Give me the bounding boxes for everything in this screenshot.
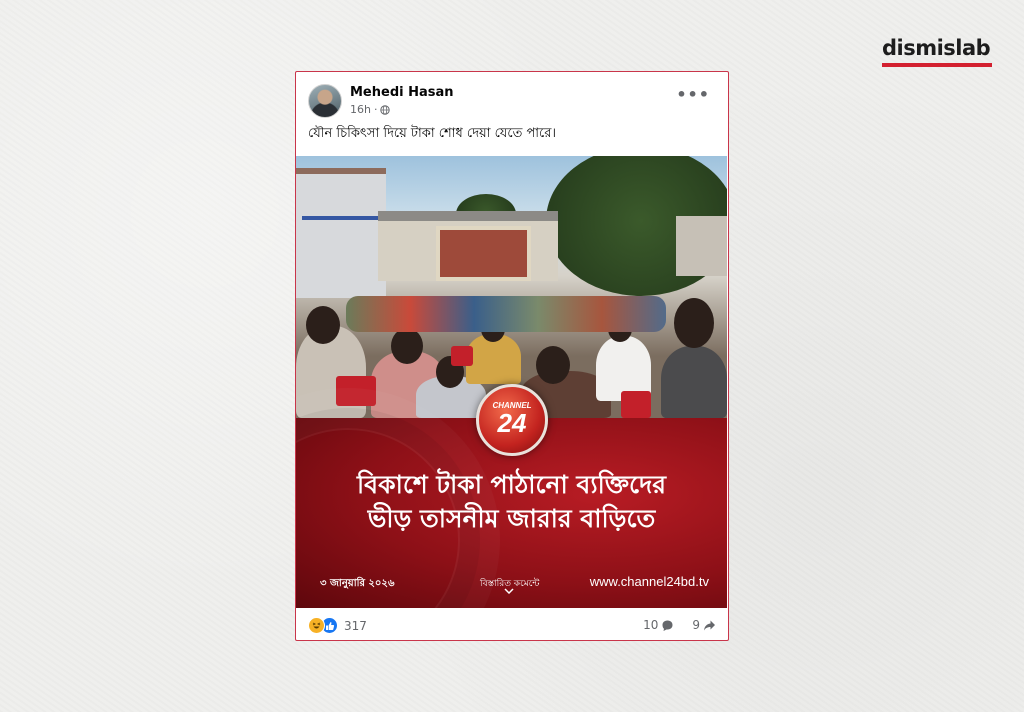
meta-separator: · [373, 103, 378, 116]
logo-underline [882, 63, 992, 67]
person-head [306, 306, 340, 344]
post-caption: যৌন চিকিৎসা দিয়ে টাকা শোধ দেয়া যেতে পা… [308, 126, 557, 141]
haha-face [312, 622, 321, 629]
dismislab-logo: dismislab [882, 36, 994, 67]
facebook-post-card: Mehedi Hasan 16h · ••• যৌন চিকিৎসা দিয়ে… [295, 71, 729, 641]
news-date: ৩ জানুয়ারি ২০২৬ [320, 578, 395, 589]
share-icon[interactable] [703, 619, 716, 632]
person [661, 346, 727, 418]
avatar[interactable] [308, 84, 342, 118]
post-stats: 10 9 [643, 618, 716, 632]
globe-icon [380, 104, 391, 115]
post-time[interactable]: 16h [350, 103, 371, 116]
person-head [674, 298, 714, 348]
channel24-logo: CHANNEL 24 [476, 384, 548, 456]
haha-icon [308, 617, 325, 634]
chair [451, 346, 473, 366]
logo-text: dismislab [882, 36, 991, 60]
post-header: Mehedi Hasan 16h · ••• [296, 72, 728, 122]
building-stripe [302, 216, 382, 220]
channel-website: www.channel24bd.tv [589, 574, 709, 589]
reactions-summary[interactable]: 317 [308, 617, 367, 634]
chair [621, 391, 651, 418]
background-crowd [346, 296, 666, 332]
channel-number: 24 [497, 408, 527, 438]
author-name[interactable]: Mehedi Hasan [350, 85, 454, 100]
crowd-photo [296, 156, 727, 418]
comment-count[interactable]: 10 [643, 618, 658, 632]
person-head [536, 346, 570, 384]
news-headline: বিকাশে টাকা পাঠানো ব্যক্তিদের ভীড় তাসনী… [296, 468, 727, 536]
headline-line-1: বিকাশে টাকা পাঠানো ব্যক্তিদের [357, 470, 666, 499]
comment-icon[interactable] [661, 619, 674, 632]
chair [336, 376, 376, 406]
house-porch [436, 226, 531, 281]
post-meta: 16h · [350, 103, 391, 116]
right-shed [676, 216, 727, 276]
thumb-shape [325, 621, 334, 630]
share-count[interactable]: 9 [692, 618, 700, 632]
headline-line-2: ভীড় তাসনীম জারার বাড়িতে [367, 504, 656, 533]
chevron-down-icon [504, 588, 514, 594]
post-footer: 317 10 9 [296, 610, 728, 640]
more-options-icon[interactable]: ••• [676, 87, 710, 103]
reaction-count: 317 [344, 618, 367, 633]
person-head [391, 328, 423, 364]
post-image[interactable]: CHANNEL 24 বিকাশে টাকা পাঠানো ব্যক্তিদের… [296, 156, 727, 608]
